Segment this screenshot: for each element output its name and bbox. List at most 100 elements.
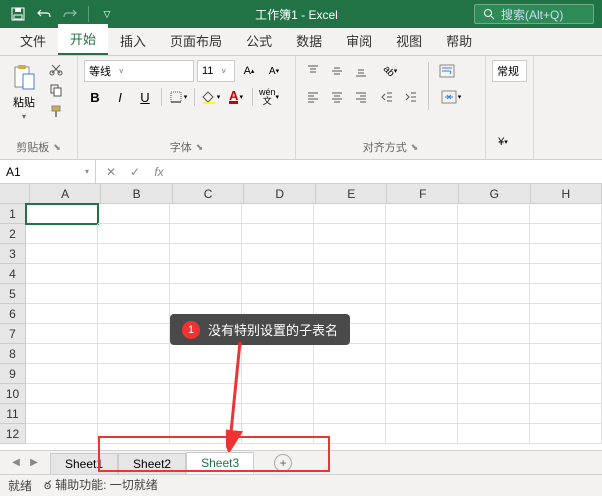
cell[interactable]: [458, 204, 530, 224]
cell[interactable]: [242, 224, 314, 244]
cell[interactable]: [530, 324, 602, 344]
cell[interactable]: [242, 384, 314, 404]
cancel-icon[interactable]: ✕: [100, 162, 122, 182]
cell[interactable]: [242, 204, 314, 224]
cell[interactable]: [386, 304, 458, 324]
sheet-tab[interactable]: Sheet3: [186, 452, 254, 474]
tab-view[interactable]: 视图: [384, 26, 434, 55]
cell[interactable]: [530, 384, 602, 404]
cell[interactable]: [26, 264, 98, 284]
sheet-tab[interactable]: Sheet2: [118, 453, 186, 474]
cell[interactable]: [170, 244, 242, 264]
cell[interactable]: [98, 244, 170, 264]
cell[interactable]: [26, 424, 98, 444]
cell[interactable]: [98, 384, 170, 404]
cell[interactable]: [386, 424, 458, 444]
cut-icon[interactable]: [46, 60, 66, 78]
decrease-font-icon[interactable]: A▾: [263, 60, 285, 82]
cell[interactable]: [170, 344, 242, 364]
italic-button[interactable]: I: [109, 86, 131, 108]
cell[interactable]: [98, 284, 170, 304]
format-painter-icon[interactable]: [46, 102, 66, 120]
select-all-corner[interactable]: [0, 184, 30, 203]
tab-data[interactable]: 数据: [284, 26, 334, 55]
indent-increase-icon[interactable]: [400, 86, 422, 108]
cell[interactable]: [170, 324, 242, 344]
redo-icon[interactable]: [58, 2, 82, 26]
increase-font-icon[interactable]: A▴: [238, 60, 260, 82]
tab-file[interactable]: 文件: [8, 26, 58, 55]
align-launcher-icon[interactable]: ⬊: [411, 142, 419, 153]
cell[interactable]: [386, 384, 458, 404]
cell[interactable]: [386, 404, 458, 424]
cell[interactable]: [386, 284, 458, 304]
formula-input[interactable]: [174, 160, 602, 183]
fill-color-icon[interactable]: ▾: [200, 86, 222, 108]
cell[interactable]: [314, 324, 386, 344]
cell[interactable]: [26, 284, 98, 304]
bold-button[interactable]: B: [84, 86, 106, 108]
col-header[interactable]: E: [316, 184, 388, 203]
border-icon[interactable]: ▾: [167, 86, 189, 108]
sheet-tab[interactable]: Sheet1: [50, 453, 118, 474]
cell[interactable]: [170, 224, 242, 244]
cell[interactable]: [26, 244, 98, 264]
cell[interactable]: [386, 224, 458, 244]
cell[interactable]: [242, 364, 314, 384]
cell[interactable]: [98, 264, 170, 284]
col-header[interactable]: G: [459, 184, 531, 203]
cell[interactable]: [314, 304, 386, 324]
cell[interactable]: [26, 344, 98, 364]
font-name-select[interactable]: 等线˅: [84, 60, 194, 82]
search-box[interactable]: 搜索(Alt+Q): [474, 4, 594, 24]
cell[interactable]: [530, 344, 602, 364]
cell[interactable]: [26, 364, 98, 384]
cell[interactable]: [530, 404, 602, 424]
copy-icon[interactable]: [46, 81, 66, 99]
cell[interactable]: [458, 384, 530, 404]
cell[interactable]: [458, 264, 530, 284]
currency-icon[interactable]: ¥▾: [492, 131, 514, 153]
cell[interactable]: [314, 344, 386, 364]
paste-button[interactable]: 粘贴 ▾: [6, 60, 42, 125]
cell[interactable]: [530, 364, 602, 384]
cell[interactable]: [170, 404, 242, 424]
cell[interactable]: [314, 284, 386, 304]
qat-customize-icon[interactable]: ▽: [95, 2, 119, 26]
cell[interactable]: [458, 304, 530, 324]
row-header[interactable]: 6: [0, 304, 26, 324]
cell[interactable]: [170, 424, 242, 444]
cell[interactable]: [26, 324, 98, 344]
fx-icon[interactable]: fx: [148, 162, 170, 182]
underline-button[interactable]: U: [134, 86, 156, 108]
name-box[interactable]: A1 ▾: [0, 160, 96, 183]
cell[interactable]: [242, 304, 314, 324]
cell[interactable]: [314, 384, 386, 404]
cell[interactable]: [314, 424, 386, 444]
row-header[interactable]: 7: [0, 324, 26, 344]
col-header[interactable]: D: [244, 184, 316, 203]
cell[interactable]: [170, 204, 242, 224]
cell[interactable]: [458, 344, 530, 364]
tab-layout[interactable]: 页面布局: [158, 26, 234, 55]
cell[interactable]: [458, 244, 530, 264]
row-header[interactable]: 9: [0, 364, 26, 384]
number-format-select[interactable]: 常规: [492, 60, 527, 82]
cell[interactable]: [26, 224, 98, 244]
cell[interactable]: [314, 364, 386, 384]
tab-home[interactable]: 开始: [58, 24, 108, 55]
cell[interactable]: [458, 324, 530, 344]
row-header[interactable]: 8: [0, 344, 26, 364]
align-center-icon[interactable]: [326, 86, 348, 108]
align-left-icon[interactable]: [302, 86, 324, 108]
row-header[interactable]: 1: [0, 204, 26, 224]
tab-review[interactable]: 审阅: [334, 26, 384, 55]
cell[interactable]: [530, 304, 602, 324]
cell[interactable]: [26, 404, 98, 424]
row-header[interactable]: 11: [0, 404, 26, 424]
row-header[interactable]: 4: [0, 264, 26, 284]
tab-help[interactable]: 帮助: [434, 26, 484, 55]
cell[interactable]: [386, 364, 458, 384]
col-header[interactable]: C: [173, 184, 245, 203]
cell[interactable]: [98, 424, 170, 444]
